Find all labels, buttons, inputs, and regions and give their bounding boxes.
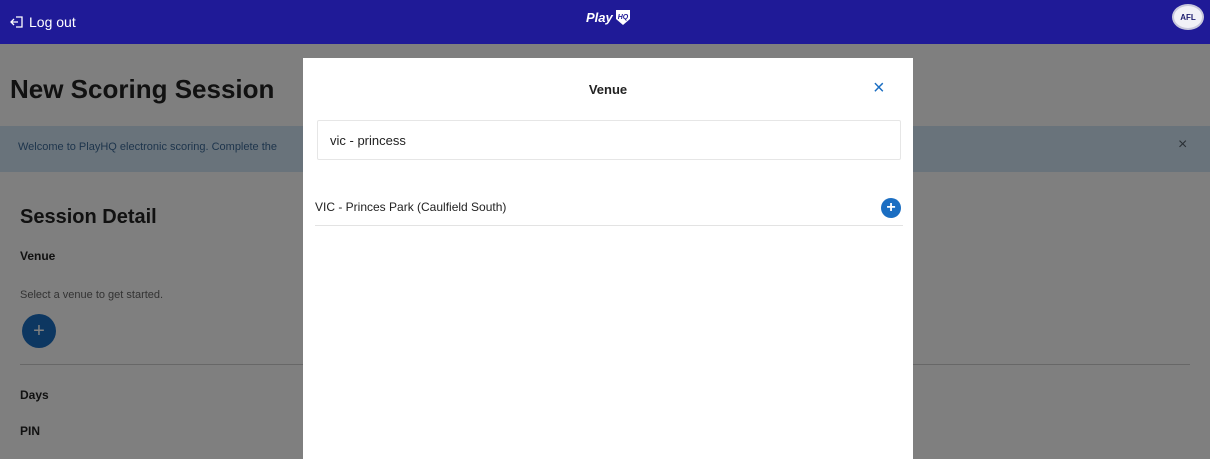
top-bar: Log out Play HQ AFL	[0, 0, 1210, 44]
brand-text: Play	[586, 10, 613, 25]
modal-title: Venue	[588, 82, 628, 97]
afl-logo: AFL	[1172, 4, 1204, 30]
modal-close-button[interactable]: ×	[873, 78, 885, 98]
venue-modal: Venue × VIC - Princes Park (Caulfield So…	[303, 58, 913, 459]
logout-icon	[10, 16, 23, 28]
logout-label: Log out	[29, 14, 76, 30]
add-venue-result-button[interactable]: +	[881, 198, 901, 218]
hq-badge-text: HQ	[618, 14, 629, 21]
logout-button[interactable]: Log out	[10, 14, 76, 30]
venue-result-item[interactable]: VIC - Princes Park (Caulfield South) +	[315, 194, 903, 226]
afl-logo-text: AFL	[1180, 12, 1196, 22]
playhq-logo: Play HQ	[586, 9, 631, 26]
venue-result-label: VIC - Princes Park (Caulfield South)	[315, 200, 507, 214]
hq-shield-icon: HQ	[615, 10, 630, 25]
venue-search-input[interactable]	[317, 120, 901, 160]
